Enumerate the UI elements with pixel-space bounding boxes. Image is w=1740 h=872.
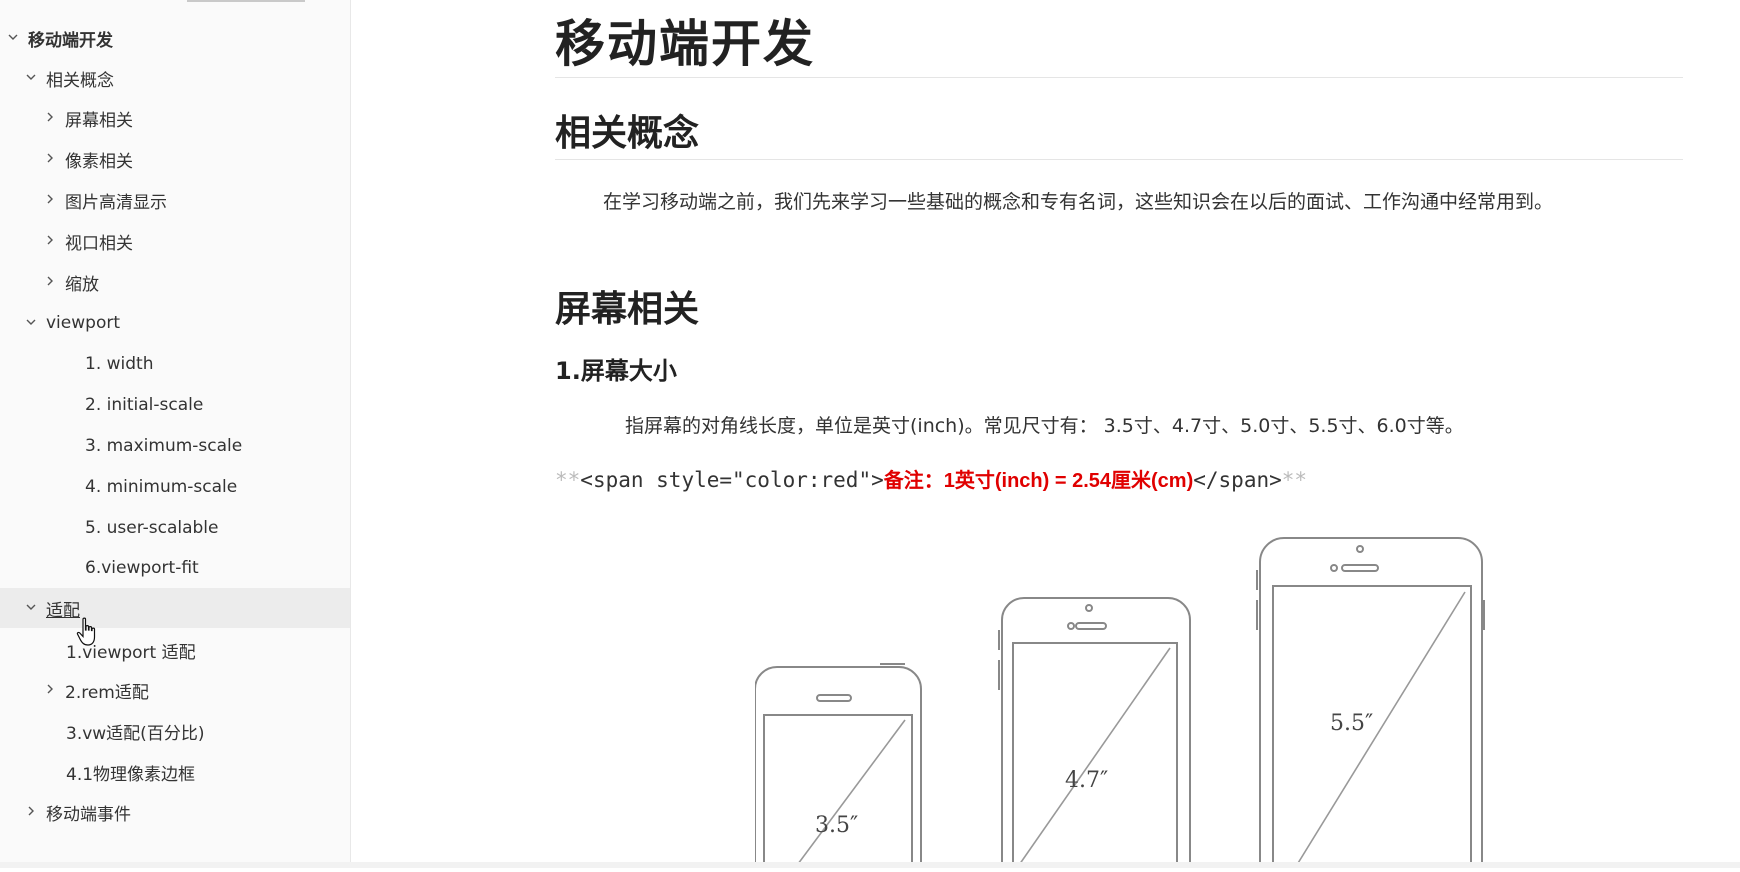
toc-item-label: 6.viewport-fit	[85, 558, 199, 578]
toc-item-hd-images[interactable]: 图片高清显示	[0, 180, 350, 220]
toc-item-concepts[interactable]: 相关概念	[0, 58, 350, 98]
toc-item-label: 3. maximum-scale	[85, 436, 243, 456]
chevron-right-icon	[41, 111, 59, 126]
intro-text: 在学习移动端之前，我们先来学习一些基础的概念和专有名词，这些知识会在以后的面试、…	[603, 191, 1554, 213]
html-open-tag: <span style="color:red">	[580, 468, 884, 492]
toc-item-mobile-events[interactable]: 移动端事件	[0, 792, 350, 832]
hand-pointer-icon	[76, 617, 96, 646]
toc-item-minimum-scale[interactable]: 4. minimum-scale	[0, 467, 350, 507]
toc-item-label: 屏幕相关	[65, 110, 133, 131]
toc-item-label: 缩放	[65, 274, 99, 295]
screen-size-text: 指屏幕的对角线长度，单位是英寸(inch)。常见尺寸有： 3.5寸、4.7寸、5…	[625, 415, 1464, 437]
chevron-down-icon	[22, 601, 40, 616]
intro-paragraph: 在学习移动端之前，我们先来学习一些基础的概念和专有名词，这些知识会在以后的面试、…	[555, 184, 1665, 220]
toc-item-vw-adapt[interactable]: 3.vw适配(百分比)	[0, 711, 350, 751]
markdown-stars: **	[555, 468, 581, 492]
chevron-right-icon	[41, 152, 59, 167]
phone-label: 4.7″	[1065, 768, 1108, 793]
markdown-stars: **	[1281, 468, 1308, 492]
toc-item-zoom[interactable]: 缩放	[0, 262, 350, 302]
toc-item-label: 5. user-scalable	[85, 518, 219, 538]
toc-item-pixels[interactable]: 像素相关	[0, 139, 350, 179]
toc-item-mobile-dev[interactable]: 移动端开发	[0, 18, 350, 58]
heading-divider	[555, 159, 1683, 160]
chevron-down-icon	[4, 31, 22, 46]
heading-screen: 屏幕相关	[555, 289, 700, 330]
phone-5-5-inch	[1256, 537, 1485, 872]
toc-item-label: 像素相关	[65, 151, 133, 172]
toc-item-label: 2.rem适配	[65, 682, 149, 703]
toc-item-label: 2. initial-scale	[85, 395, 204, 415]
sidebar-scroll-indicator	[187, 0, 305, 2]
chevron-down-icon	[22, 71, 40, 86]
toc-item-initial-scale[interactable]: 2. initial-scale	[0, 385, 350, 425]
html-close-tag: </span>	[1193, 468, 1282, 492]
toc-item-viewport[interactable]: viewport	[0, 303, 350, 343]
toc-item-width[interactable]: 1. width	[0, 344, 350, 384]
toc-item-user-scalable[interactable]: 5. user-scalable	[0, 508, 350, 548]
toc-item-label: 1. width	[85, 354, 154, 374]
toc-item-screen[interactable]: 屏幕相关	[0, 98, 350, 138]
toc-item-rem-adapt[interactable]: 2.rem适配	[0, 670, 350, 710]
phone-4-7-inch	[998, 597, 1191, 872]
toc-item-label: 适配	[46, 600, 80, 621]
toc-item-label: 4. minimum-scale	[85, 477, 238, 497]
toc-item-maximum-scale[interactable]: 3. maximum-scale	[0, 426, 350, 466]
page-title: 移动端开发	[555, 15, 815, 73]
chevron-right-icon	[41, 275, 59, 290]
sidebar-outline: 移动端开发 相关概念 屏幕相关 像素相关 图片高清显示 视口相关 缩放 view…	[0, 0, 351, 868]
toc-item-viewport-related[interactable]: 视口相关	[0, 221, 350, 261]
toc-item-label: 移动端事件	[46, 804, 131, 825]
toc-item-adaptation[interactable]: 适配	[0, 588, 350, 628]
heading-concepts: 相关概念	[555, 113, 700, 154]
toc-item-label: 相关概念	[46, 70, 114, 91]
toc-item-viewport-adapt[interactable]: 1.viewport 适配	[0, 630, 350, 670]
note-red-text: 备注：1英寸(inch) = 2.54厘米(cm)	[883, 470, 1194, 492]
toc-item-viewport-fit[interactable]: 6.viewport-fit	[0, 548, 350, 588]
toc-item-label: viewport	[46, 313, 120, 333]
heading-screen-size: 1.屏幕大小	[555, 357, 677, 385]
screen-size-paragraph: 指屏幕的对角线长度，单位是英寸(inch)。常见尺寸有： 3.5寸、4.7寸、5…	[555, 408, 1665, 444]
phone-label: 5.5″	[1330, 711, 1373, 736]
note-line: **<span style="color:red">备注：1英寸(inch) =…	[555, 464, 1307, 493]
chevron-right-icon	[41, 193, 59, 208]
toc-item-label: 4.1物理像素边框	[66, 764, 196, 785]
toc-item-label: 视口相关	[65, 233, 133, 254]
title-divider	[555, 77, 1683, 78]
phone-size-illustration: 3.5″ 4.7″ 5.5″	[750, 530, 1555, 872]
chevron-down-icon	[22, 316, 40, 331]
toc-item-label: 移动端开发	[28, 30, 113, 51]
toc-item-label: 3.vw适配(百分比)	[66, 723, 205, 744]
chevron-right-icon	[41, 234, 59, 249]
toc-item-pixel-border[interactable]: 4.1物理像素边框	[0, 752, 350, 792]
phone-label: 3.5″	[815, 813, 858, 838]
chevron-right-icon	[41, 683, 59, 698]
bottom-edge	[0, 862, 1740, 868]
document-content: 移动端开发 相关概念 在学习移动端之前，我们先来学习一些基础的概念和专有名词，这…	[555, 0, 1685, 872]
chevron-right-icon	[22, 805, 40, 820]
toc-item-label: 图片高清显示	[65, 192, 167, 213]
